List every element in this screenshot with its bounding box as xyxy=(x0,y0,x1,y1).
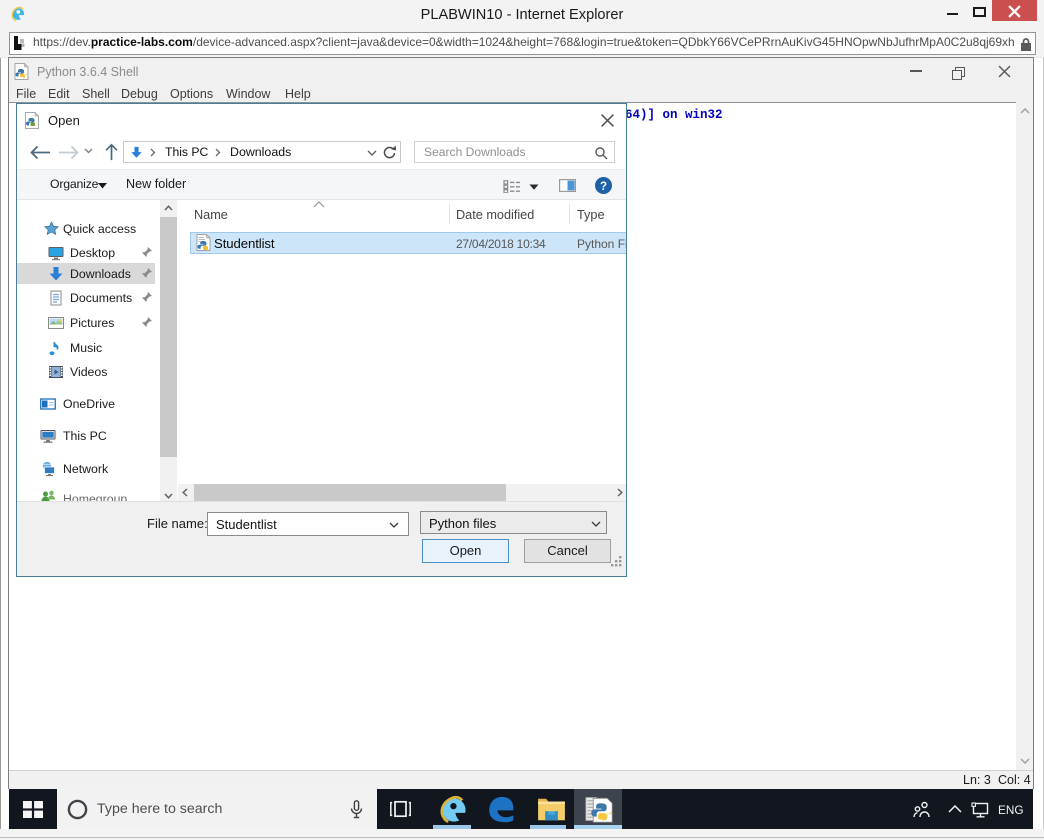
svg-text:?: ? xyxy=(600,181,607,193)
